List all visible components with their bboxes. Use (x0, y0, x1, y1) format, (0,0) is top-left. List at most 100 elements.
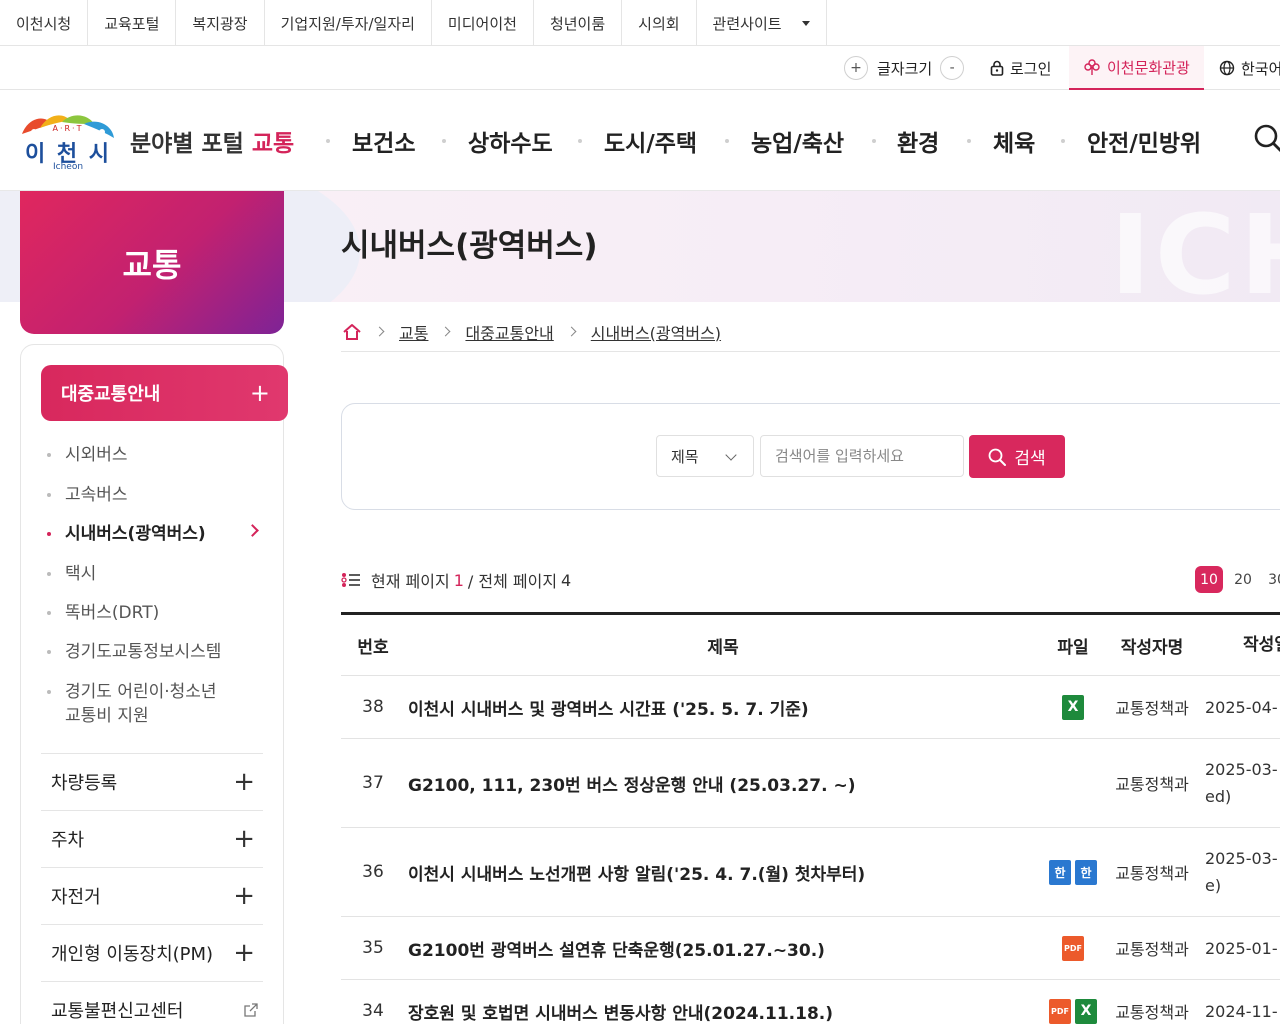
row-title-link[interactable]: 이천시 시내버스 및 광역버스 시간표 ('25. 5. 7. 기준) (408, 695, 809, 720)
font-size-label: 글자크기 (877, 59, 933, 78)
plus-icon: + (233, 881, 255, 911)
gnb-agriculture[interactable]: 농업/축산 (751, 124, 844, 158)
row-title-cell: G2100번 광역버스 설연휴 단축운행(25.01.27.~30.) (408, 917, 1038, 979)
bullet-icon (47, 611, 51, 615)
gnb-safety[interactable]: 안전/민방위 (1087, 124, 1201, 158)
lnb-sub-label: 택시 (65, 564, 97, 584)
table-row[interactable]: 34 장호원 및 호법면 시내버스 변동사항 안내(2024.11.18.) P… (341, 980, 1280, 1024)
topnav-link-youth[interactable]: 청년이룸 (534, 0, 623, 46)
topnav-link-business[interactable]: 기업지원/투자/일자리 (265, 0, 432, 46)
gnb-water[interactable]: 상하수도 (468, 124, 553, 158)
row-number: 35 (362, 938, 384, 958)
row-file-cell (1041, 739, 1105, 827)
search-field-select[interactable]: 제목 (656, 435, 754, 477)
search-icon[interactable] (1254, 124, 1280, 154)
chevron-right-icon (441, 326, 451, 337)
lnb-group-complaint-center[interactable]: 교통불편신고센터 (41, 981, 263, 1024)
font-size-control: + 글자크기 - (844, 46, 965, 90)
row-title-link[interactable]: 장호원 및 호법면 시내버스 변동사항 안내(2024.11.18.) (408, 999, 833, 1024)
row-date: 2024-11- (1205, 1001, 1278, 1021)
related-sites-dropdown[interactable]: 관련사이트 (697, 0, 827, 46)
column-header-file: 파일 (1057, 637, 1089, 658)
lnb-group-bicycle[interactable]: 자전거 + (41, 867, 263, 924)
lnb-group-label: 개인형 이동장치(PM) (51, 944, 214, 965)
utility-bar: + 글자크기 - 로그인 이천문화관광 한국어 (0, 46, 1280, 90)
row-file-cell: 한한 (1041, 828, 1105, 916)
topnav-link-education[interactable]: 교육포털 (88, 0, 177, 46)
font-decrease-button[interactable]: - (940, 56, 965, 80)
topnav-link-media[interactable]: 미디어이천 (432, 0, 534, 46)
gnb-urban-housing[interactable]: 도시/주택 (604, 124, 697, 158)
breadcrumb-item-public-transport[interactable]: 대중교통안내 (465, 320, 553, 344)
globe-icon (1219, 60, 1235, 76)
row-date: 2025-03- e) (1205, 849, 1278, 895)
site-header: A·R·T 이 천 시 Icheon 분야별 포털 교통 보건소 상하수도 도시… (0, 90, 1280, 191)
lnb-sub-label: 똑버스(DRT) (65, 603, 160, 623)
table-row[interactable]: 38 이천시 시내버스 및 광역버스 시간표 ('25. 5. 7. 기준) X… (341, 676, 1280, 739)
bullet-icon (47, 572, 51, 576)
row-file-cell: PDF X (1041, 980, 1105, 1024)
breadcrumb-item-traffic[interactable]: 교통 (399, 320, 428, 344)
row-title-link[interactable]: G2100, 111, 230번 버스 정상운행 안내 (25.03.27. ~… (408, 771, 855, 796)
lnb-group-pm[interactable]: 개인형 이동장치(PM) + (41, 924, 263, 981)
hwp-file-icon[interactable]: 한 (1049, 859, 1071, 885)
row-date: 2025-03- ed) (1205, 760, 1278, 806)
home-icon[interactable] (342, 323, 362, 341)
list-size-30[interactable]: 30 (1263, 566, 1280, 593)
gnb-health-center[interactable]: 보건소 (352, 124, 415, 158)
breadcrumb-item-city-bus[interactable]: 시내버스(광역버스) (591, 320, 721, 344)
topnav-link-welfare[interactable]: 복지광장 (176, 0, 265, 46)
table-row[interactable]: 37 G2100, 111, 230번 버스 정상운행 안내 (25.03.27… (341, 739, 1280, 828)
total-page-label: / 전체 페이지 (467, 572, 558, 591)
row-title-link[interactable]: 이천시 시내버스 노선개편 사항 알림('25. 4. 7.(월) 첫차부터) (408, 860, 865, 885)
column-header-author: 작성자명 (1120, 637, 1184, 658)
row-title-cell: 이천시 시내버스 노선개편 사항 알림('25. 4. 7.(월) 첫차부터) (408, 828, 1038, 916)
logo-art-text: A·R·T (52, 124, 84, 133)
lnb-sub-label: 경기도교통정보시스템 (65, 642, 222, 662)
culture-tourism-link[interactable]: 이천문화관광 (1069, 46, 1204, 90)
external-link-icon (244, 1003, 258, 1017)
gnb-separator (967, 139, 971, 143)
hwp-file-icon[interactable]: 한 (1075, 859, 1097, 885)
bullet-icon (47, 532, 51, 536)
current-page-label: 현재 페이지 (371, 572, 450, 591)
total-page-number: 4 (561, 570, 572, 590)
pdf-file-icon[interactable]: PDF (1049, 998, 1071, 1024)
site-title[interactable]: 분야별 포털 교통 (130, 124, 294, 158)
font-increase-button[interactable]: + (844, 56, 868, 80)
icheon-logo[interactable]: A·R·T 이 천 시 Icheon (18, 110, 118, 172)
list-size-20[interactable]: 20 (1229, 566, 1257, 593)
row-title-link[interactable]: G2100번 광역버스 설연휴 단축운행(25.01.27.~30.) (408, 936, 825, 961)
table-row[interactable]: 36 이천시 시내버스 노선개편 사항 알림('25. 4. 7.(월) 첫차부… (341, 828, 1280, 917)
lnb-sub-label: 시외버스 (65, 445, 128, 465)
gnb-sports[interactable]: 체육 (993, 124, 1035, 158)
bullet-icon (47, 453, 51, 457)
xls-file-icon[interactable]: X (1075, 998, 1097, 1024)
list-size-10[interactable]: 10 (1195, 566, 1223, 593)
table-row[interactable]: 35 G2100번 광역버스 설연휴 단축운행(25.01.27.~30.) P… (341, 917, 1280, 980)
row-date: 2025-04- (1205, 697, 1278, 717)
lnb-group-vehicle-registration[interactable]: 차량등록 + (41, 753, 263, 810)
gnb-environment[interactable]: 환경 (897, 124, 939, 158)
topnav-link-cityhall[interactable]: 이천시청 (0, 0, 89, 46)
lnb-group-label: 자전거 (51, 887, 101, 908)
search-button[interactable]: 검색 (969, 435, 1065, 478)
language-selector[interactable]: 한국어 (1219, 46, 1280, 90)
login-link[interactable]: 로그인 (990, 46, 1051, 90)
bullet-icon (47, 690, 51, 694)
row-number: 36 (362, 862, 384, 882)
row-file-cell: X (1041, 676, 1105, 738)
xls-file-icon[interactable]: X (1062, 694, 1084, 720)
current-page-number: 1 (453, 570, 464, 590)
caret-down-icon (801, 20, 810, 26)
breadcrumb: 교통 대중교통안내 시내버스(광역버스) (341, 312, 1280, 352)
site-title-accent: 교통 (251, 131, 295, 157)
pdf-file-icon[interactable]: PDF (1062, 935, 1084, 961)
plus-icon: + (233, 824, 255, 854)
lnb-group-public-transport[interactable]: 대중교통안내 + (41, 365, 288, 421)
row-author: 교통정책과 (1115, 940, 1189, 959)
lnb-group-parking[interactable]: 주차 + (41, 810, 263, 867)
gnb-separator (442, 139, 446, 143)
topnav-link-council[interactable]: 시의회 (622, 0, 697, 46)
search-keyword-input[interactable] (760, 435, 964, 477)
